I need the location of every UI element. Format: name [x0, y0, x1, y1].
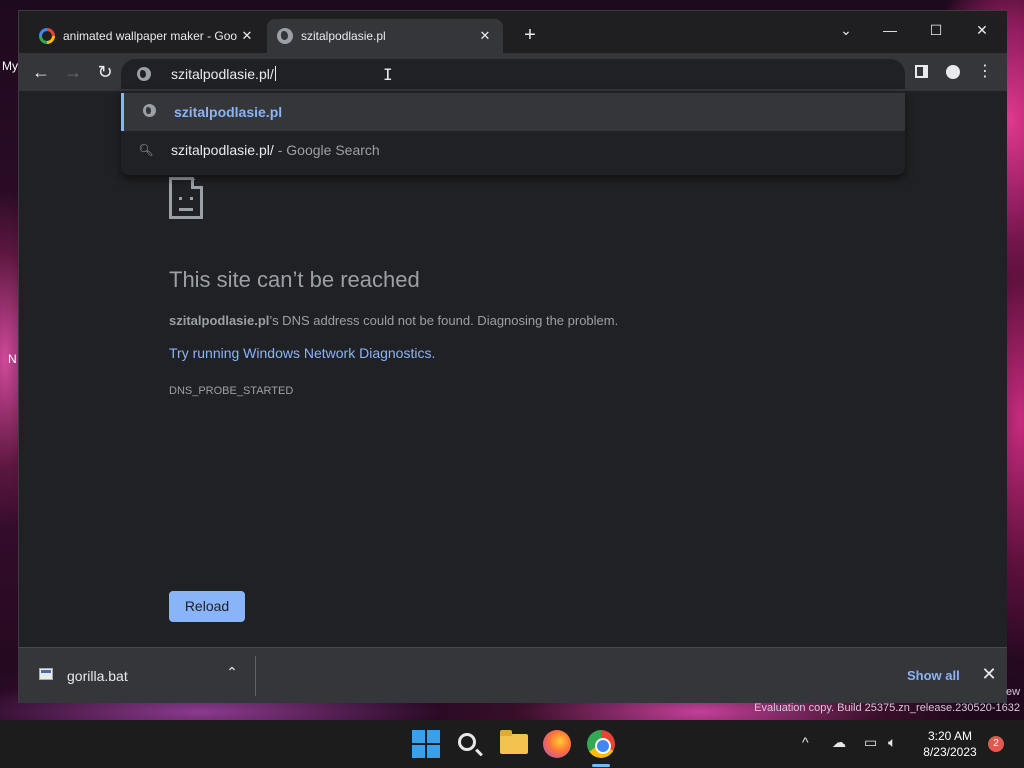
- new-tab-button[interactable]: +: [519, 25, 541, 47]
- back-button[interactable]: ←: [27, 58, 55, 86]
- profile-icon[interactable]: [939, 58, 967, 86]
- close-window-button[interactable]: ✕: [959, 15, 1005, 45]
- address-input[interactable]: szitalpodlasie.pl/: [171, 66, 276, 82]
- watermark-tail: ew: [1006, 686, 1021, 698]
- reload-button[interactable]: Reload: [169, 591, 245, 622]
- tab-close-icon[interactable]: ✕: [239, 28, 255, 44]
- maximize-button[interactable]: ☐: [913, 15, 959, 45]
- side-panel-icon[interactable]: [907, 58, 935, 86]
- omnibox-suggestions: szitalpodlasie.pl 🔍︎ szitalpodlasie.pl/ …: [121, 91, 905, 175]
- active-app-indicator: [592, 764, 610, 767]
- search-icon: 🔍︎: [138, 143, 154, 157]
- tab-search-icon[interactable]: ⌄: [823, 15, 869, 45]
- browser-toolbar: ← → ↻ szitalpodlasie.pl/ I ⋮: [19, 53, 1007, 91]
- search-icon[interactable]: [458, 733, 476, 751]
- kebab-menu-icon[interactable]: ⋮: [971, 58, 999, 86]
- text-cursor-icon: I: [383, 65, 393, 84]
- bat-file-icon: [39, 668, 53, 680]
- file-explorer-icon[interactable]: [500, 730, 528, 754]
- show-all-downloads-link[interactable]: Show all: [907, 668, 960, 683]
- google-icon: [39, 28, 55, 44]
- suggestion-item[interactable]: szitalpodlasie.pl: [121, 93, 905, 131]
- globe-icon: [277, 28, 293, 44]
- download-file-name[interactable]: gorilla.bat: [67, 668, 128, 684]
- network-diagnostics-link[interactable]: Try running Windows Network Diagnostics.: [169, 345, 435, 361]
- error-title: This site can’t be reached: [169, 267, 420, 292]
- download-shelf: gorilla.bat ⌃ Show all ✕: [19, 647, 1007, 703]
- notification-badge[interactable]: 2: [988, 736, 1004, 752]
- show-hidden-icons-icon[interactable]: ^: [802, 734, 809, 750]
- start-icon[interactable]: [412, 730, 440, 758]
- tab-title: animated wallpaper maker - Goo: [63, 29, 238, 43]
- sad-eye: [190, 197, 193, 200]
- forward-button[interactable]: →: [59, 58, 87, 86]
- system-clock[interactable]: 3:20 AM 8/23/2023: [912, 728, 988, 760]
- chrome-icon[interactable]: [587, 730, 615, 758]
- divider: [255, 656, 256, 696]
- browser-window: animated wallpaper maker - Goo ✕ szitalp…: [18, 10, 1007, 703]
- evaluation-watermark: Evaluation copy. Build 25375.zn_release.…: [754, 702, 1020, 714]
- desktop-icon-label[interactable]: N: [8, 352, 17, 366]
- tab-close-icon[interactable]: ✕: [477, 28, 493, 44]
- error-code: DNS_PROBE_STARTED: [169, 385, 294, 397]
- tab-title: szitalpodlasie.pl: [301, 29, 386, 43]
- network-icon[interactable]: ▭: [864, 734, 877, 751]
- globe-icon: [142, 104, 156, 117]
- onedrive-icon[interactable]: ☁: [832, 734, 846, 751]
- reload-icon[interactable]: ↻: [91, 58, 119, 86]
- tab-szitalpodlasie[interactable]: szitalpodlasie.pl ✕: [267, 19, 503, 53]
- minimize-button[interactable]: —: [867, 15, 913, 45]
- firefox-icon[interactable]: [543, 730, 571, 758]
- sad-mouth: [179, 208, 193, 211]
- sad-eye: [179, 197, 182, 200]
- tab-strip: animated wallpaper maker - Goo ✕ szitalp…: [19, 11, 1007, 53]
- tab-animated-wallpaper[interactable]: animated wallpaper maker - Goo ✕: [29, 19, 265, 53]
- address-bar[interactable]: szitalpodlasie.pl/ I: [121, 59, 905, 89]
- chevron-up-icon[interactable]: ⌃: [223, 664, 241, 682]
- globe-icon: [137, 67, 151, 81]
- taskbar: ^ ☁ ▭ 🔈︎ 3:20 AM 8/23/2023 2: [0, 720, 1024, 768]
- desktop-icon-label[interactable]: My: [2, 59, 18, 73]
- sad-page-fold: [191, 177, 203, 189]
- volume-icon[interactable]: 🔈︎: [888, 734, 896, 751]
- close-shelf-icon[interactable]: ✕: [977, 662, 1001, 686]
- suggestion-item[interactable]: 🔍︎ szitalpodlasie.pl/ - Google Search: [121, 131, 905, 169]
- error-description: szitalpodlasie.pl’s DNS address could no…: [169, 313, 619, 328]
